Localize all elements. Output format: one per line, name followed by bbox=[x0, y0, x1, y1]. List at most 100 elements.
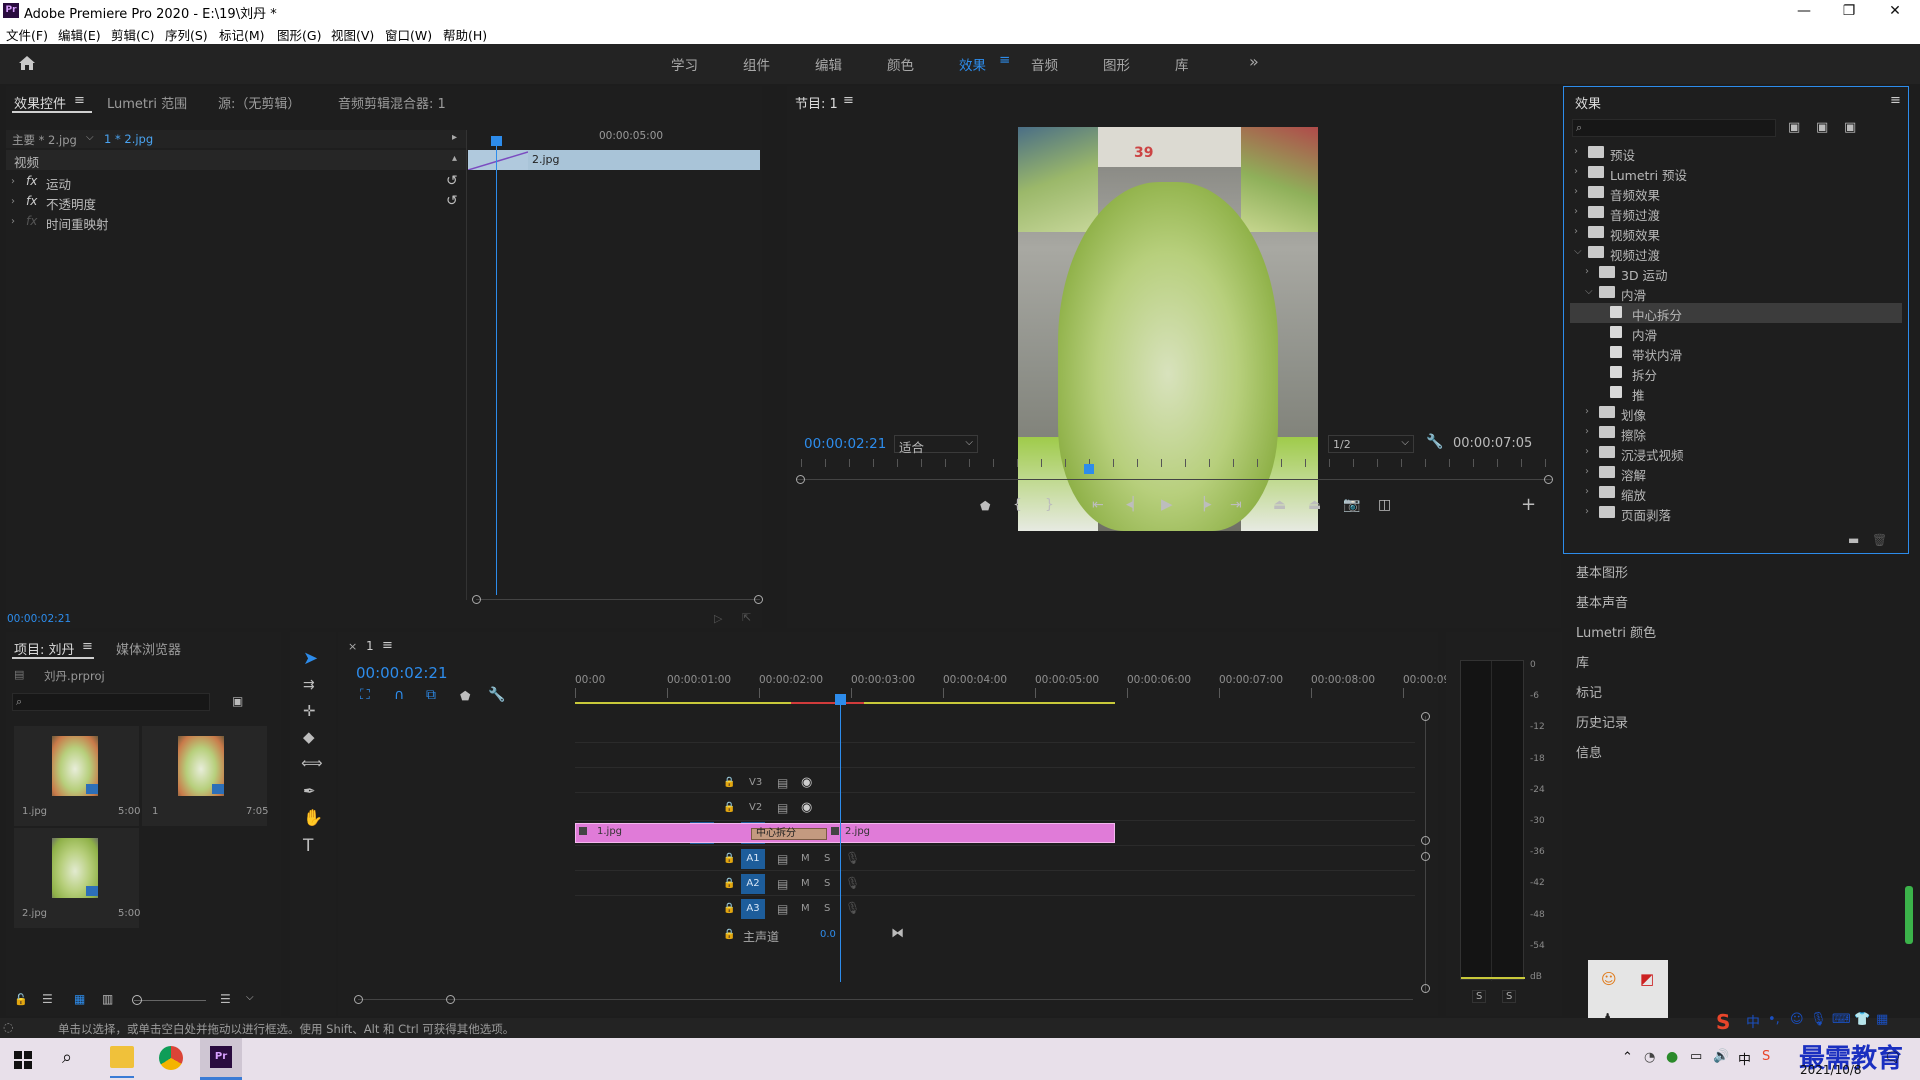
lock-icon[interactable]: 🔒 bbox=[723, 903, 735, 914]
close-button[interactable]: ✕ bbox=[1872, 0, 1918, 22]
expand-arrow-icon[interactable]: › bbox=[11, 176, 15, 187]
workspace-more-icon[interactable]: » bbox=[1249, 52, 1259, 71]
chrome-icon[interactable] bbox=[159, 1046, 183, 1070]
file-explorer-icon[interactable] bbox=[110, 1046, 134, 1068]
effects-tree-item[interactable]: › 3D 运动 bbox=[1570, 263, 1902, 283]
menu-window[interactable]: 窗口(W) bbox=[385, 25, 432, 44]
tab-effect-controls[interactable]: 效果控件 bbox=[14, 93, 66, 112]
lock-icon[interactable]: 🔒 bbox=[723, 878, 735, 889]
chevron-right-icon[interactable]: › bbox=[1574, 166, 1578, 177]
go-to-in-icon[interactable]: ⇤ bbox=[1092, 498, 1104, 512]
tab-menu-icon[interactable]: ≡ bbox=[74, 93, 85, 108]
thumbnail-zoom-slider[interactable] bbox=[134, 1000, 206, 1001]
tab-audio-clip-mixer[interactable]: 音频剪辑混合器: 1 bbox=[338, 93, 446, 112]
workspace-editing[interactable]: 编辑 bbox=[815, 54, 842, 74]
reset-icon[interactable]: ↺ bbox=[446, 173, 458, 189]
tray-chevron-up-icon[interactable]: ⌃ bbox=[1622, 1050, 1633, 1065]
program-scrollbar[interactable] bbox=[797, 479, 1552, 480]
program-scroll-handle-left[interactable] bbox=[796, 475, 805, 484]
ime-punctuation-icon[interactable]: •, bbox=[1768, 1012, 1780, 1027]
effects-tree-item[interactable]: 带状内滑 bbox=[1570, 343, 1902, 363]
step-forward-icon[interactable]: ▕▸ bbox=[1195, 498, 1212, 511]
comparison-view-icon[interactable]: ◫ bbox=[1378, 498, 1391, 512]
horizontal-scrollbar[interactable] bbox=[358, 999, 1413, 1000]
effects-tree-item[interactable]: › 视频效果 bbox=[1570, 223, 1902, 243]
effects-tree-item[interactable]: › 预设 bbox=[1570, 143, 1902, 163]
chevron-right-icon[interactable]: › bbox=[1585, 466, 1589, 477]
lock-icon[interactable]: 🔒 bbox=[723, 777, 735, 788]
play-icon[interactable]: ▶ bbox=[1161, 497, 1173, 512]
transition-center-split[interactable]: 中心拆分 bbox=[751, 828, 827, 840]
tab-source[interactable]: 源:（无剪辑） bbox=[218, 93, 300, 112]
panel-markers[interactable]: 标记 bbox=[1572, 675, 1904, 705]
sync-lock-icon[interactable]: ▤ bbox=[777, 852, 788, 866]
expand-arrow-icon[interactable]: › bbox=[11, 196, 15, 207]
effects-tree-item[interactable]: › 沉浸式视频 bbox=[1570, 443, 1902, 463]
effect-row-time-remap[interactable]: › fx 时间重映射 bbox=[6, 212, 466, 232]
tray-app-icon[interactable]: ● bbox=[1666, 1049, 1678, 1065]
effects-tree-item[interactable]: › 溶解 bbox=[1570, 463, 1902, 483]
workspace-effects[interactable]: 效果 bbox=[959, 54, 986, 74]
lock-icon[interactable]: 🔒 bbox=[723, 802, 735, 813]
extract-icon[interactable]: ⏏ bbox=[1308, 498, 1321, 512]
mark-out-icon[interactable]: } bbox=[1045, 498, 1054, 512]
sync-lock-icon[interactable]: ▤ bbox=[777, 801, 788, 815]
slip-tool-icon[interactable]: ⟺ bbox=[301, 756, 323, 771]
timeline-sequence-tab[interactable]: 1 bbox=[366, 639, 374, 653]
solo-right-button[interactable]: S bbox=[1502, 990, 1517, 1003]
ec-zoom-scrollbar[interactable] bbox=[476, 599, 760, 600]
tab-menu-icon[interactable]: ≡ bbox=[382, 638, 393, 653]
vscroll-handle-top[interactable] bbox=[1421, 712, 1430, 721]
panel-menu-icon[interactable]: ≡ bbox=[1890, 93, 1901, 108]
workspace-audio[interactable]: 音频 bbox=[1031, 54, 1058, 74]
add-marker-icon[interactable]: ⬟ bbox=[460, 690, 470, 702]
new-bin-folder-icon[interactable]: ▬ bbox=[1848, 533, 1859, 547]
solo-button[interactable]: S bbox=[824, 853, 830, 864]
ime-emoji-icon[interactable]: ☺ bbox=[1790, 1012, 1804, 1027]
effects-tree-item[interactable]: 内滑 bbox=[1570, 323, 1902, 343]
chevron-down-icon[interactable]: ⌵ bbox=[1574, 246, 1582, 257]
taskbar-premiere-slot[interactable]: Pr bbox=[200, 1038, 242, 1080]
sync-lock-icon[interactable]: ▤ bbox=[777, 902, 788, 916]
track-target-a1[interactable]: A1 bbox=[741, 849, 765, 869]
add-marker-icon[interactable]: ⬟ bbox=[980, 500, 990, 512]
button-editor-plus-icon[interactable]: + bbox=[1521, 496, 1536, 514]
hscroll-handle-right[interactable] bbox=[446, 995, 455, 1004]
timeline-playhead-handle[interactable] bbox=[834, 694, 846, 705]
timeline-close-icon[interactable]: × bbox=[348, 640, 357, 653]
expand-arrow-icon[interactable]: › bbox=[11, 216, 15, 227]
effects-search-input[interactable]: ⌕ bbox=[1572, 119, 1776, 137]
workspace-libraries[interactable]: 库 bbox=[1175, 54, 1189, 74]
ime-voice-icon[interactable]: 🎙 bbox=[1810, 1012, 1827, 1027]
lock-icon[interactable]: 🔒 bbox=[723, 929, 735, 940]
sort-icon[interactable]: ☰ bbox=[220, 992, 231, 1006]
delete-trash-icon[interactable]: 🗑 bbox=[1872, 533, 1887, 547]
snap-magnet-icon[interactable]: ∩ bbox=[394, 688, 404, 702]
tray-app-icon[interactable]: ◔ bbox=[1644, 1050, 1655, 1065]
reset-icon[interactable]: ↺ bbox=[446, 193, 458, 209]
ec-current-time[interactable]: 00:00:02:21 bbox=[7, 613, 71, 625]
filter-icon[interactable]: ▷ bbox=[714, 612, 722, 625]
32bit-effects-icon[interactable]: ▣ bbox=[1816, 120, 1828, 135]
mute-button[interactable]: M bbox=[801, 853, 810, 864]
track-target-a3[interactable]: A3 bbox=[741, 899, 765, 919]
effects-tree-item[interactable]: › 音频效果 bbox=[1570, 183, 1902, 203]
ec-scroll-handle-right[interactable] bbox=[754, 595, 763, 604]
master-volume-value[interactable]: 0.0 bbox=[820, 929, 836, 940]
panel-history[interactable]: 历史记录 bbox=[1572, 705, 1904, 735]
tab-project[interactable]: 项目: 刘丹 bbox=[14, 639, 75, 658]
ime-skin-icon[interactable]: 👕 bbox=[1854, 1012, 1870, 1027]
search-icon[interactable]: ⌕ bbox=[62, 1047, 72, 1068]
tray-app-icon[interactable]: ☺ bbox=[1601, 970, 1617, 988]
sync-lock-icon[interactable]: ▤ bbox=[777, 776, 788, 790]
menu-sequence[interactable]: 序列(S) bbox=[165, 25, 208, 44]
export-icon[interactable]: ⇱ bbox=[742, 611, 751, 624]
pen-tool-icon[interactable]: ✒ bbox=[303, 784, 316, 799]
collapse-up-icon[interactable]: ▴ bbox=[452, 153, 457, 164]
zoom-slider-handle[interactable] bbox=[132, 995, 142, 1005]
home-icon[interactable] bbox=[17, 53, 37, 73]
chevron-right-icon[interactable]: › bbox=[1585, 426, 1589, 437]
panel-essential-graphics[interactable]: 基本图形 bbox=[1572, 555, 1904, 585]
tab-lumetri-scopes[interactable]: Lumetri 范围 bbox=[107, 93, 187, 112]
lock-icon[interactable]: 🔓 bbox=[14, 993, 28, 1006]
